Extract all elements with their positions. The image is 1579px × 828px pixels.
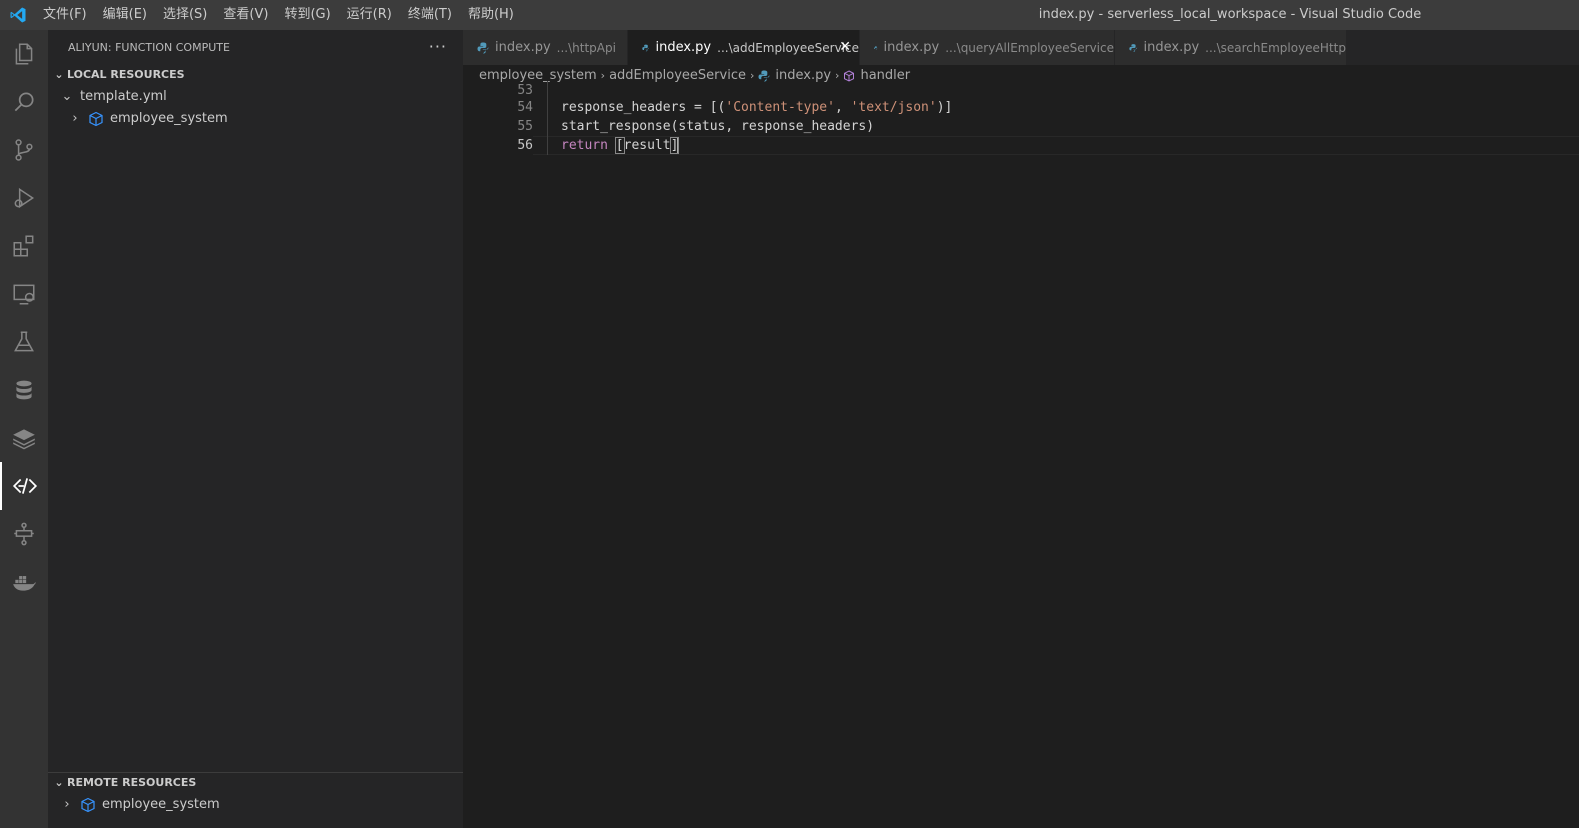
indent-guide <box>547 136 548 155</box>
testing-icon[interactable] <box>0 318 48 366</box>
indent-guide <box>547 98 548 117</box>
code-line: 54 response_headers = [('Content-type', … <box>463 98 1579 117</box>
text-cursor <box>677 137 680 154</box>
line-number: 54 <box>517 100 533 115</box>
chevron-down-icon: ⌄ <box>54 68 64 81</box>
menu-edit[interactable]: 编辑(E) <box>95 0 155 30</box>
line-number: 56 <box>517 138 533 153</box>
code-editor[interactable]: 53 54 response_headers = [('Content-type… <box>463 81 1579 828</box>
run-debug-icon[interactable] <box>0 174 48 222</box>
source-control-icon[interactable] <box>0 126 48 174</box>
tab-httpapi[interactable]: index.py ...\httpApi <box>463 30 628 65</box>
database-icon[interactable] <box>0 366 48 414</box>
editor-area: index.py ...\httpApi index.py ...\addEmp… <box>463 30 1579 828</box>
close-icon[interactable]: ✕ <box>839 30 851 65</box>
flow-icon[interactable] <box>0 510 48 558</box>
python-file-icon <box>477 42 489 53</box>
code-text: response_headers = [('Content-type', 'te… <box>561 100 953 115</box>
local-resources-header[interactable]: ⌄ LOCAL RESOURCES <box>48 64 463 86</box>
code-text: return [result] <box>561 137 680 154</box>
tab-filename: index.py <box>883 40 940 55</box>
menu-file[interactable]: 文件(F) <box>35 0 95 30</box>
docker-icon[interactable] <box>0 558 48 606</box>
explorer-icon[interactable] <box>0 30 48 78</box>
python-file-icon <box>874 45 878 50</box>
local-resources-label: LOCAL RESOURCES <box>67 68 185 81</box>
code-line: 55 start_response(status, response_heade… <box>463 117 1579 136</box>
service-cube-icon <box>81 797 95 813</box>
tab-description: ...\httpApi <box>556 40 616 55</box>
search-icon[interactable] <box>0 78 48 126</box>
sidebar-title: ALIYUN: FUNCTION COMPUTE <box>68 41 230 54</box>
indent-guide <box>547 117 548 136</box>
vscode-logo-icon <box>0 0 35 30</box>
tree-item-template[interactable]: ⌄ template.yml <box>48 86 463 108</box>
service-cube-icon <box>89 111 103 127</box>
chevron-down-icon: ⌄ <box>61 89 73 104</box>
extensions-icon[interactable] <box>0 222 48 270</box>
chevron-down-icon: ⌄ <box>54 776 64 789</box>
layers-icon[interactable] <box>0 414 48 462</box>
tab-description: ...\queryAllEmployeeService <box>945 40 1114 55</box>
code-line-current: 56 return [result] <box>463 136 1579 155</box>
tab-filename: index.py <box>655 40 712 55</box>
window-title: index.py - serverless_local_workspace - … <box>1038 7 1422 22</box>
service-label: employee_system <box>110 111 228 126</box>
sidebar: ALIYUN: FUNCTION COMPUTE ··· ⌄ LOCAL RES… <box>48 30 463 828</box>
remote-resources-label: REMOTE RESOURCES <box>67 776 197 789</box>
menu-bar: 文件(F) 编辑(E) 选择(S) 查看(V) 转到(G) 运行(R) 终端(T… <box>35 0 522 30</box>
tree-item-employee-system-remote[interactable]: › employee_system <box>48 794 463 816</box>
menu-help[interactable]: 帮助(H) <box>460 0 522 30</box>
tab-filename: index.py <box>1143 40 1200 55</box>
code-text: start_response(status, response_headers) <box>561 119 875 134</box>
menu-go[interactable]: 转到(G) <box>276 0 338 30</box>
tab-addemployeeservice[interactable]: index.py ...\addEmployeeService ✕ <box>628 30 860 65</box>
remote-resources-header[interactable]: ⌄ REMOTE RESOURCES <box>48 772 463 794</box>
menu-terminal[interactable]: 终端(T) <box>400 0 460 30</box>
python-file-icon <box>642 44 650 51</box>
python-file-icon <box>1129 43 1138 52</box>
title-bar: 文件(F) 编辑(E) 选择(S) 查看(V) 转到(G) 运行(R) 终端(T… <box>0 0 1579 30</box>
remote-explorer-icon[interactable] <box>0 270 48 318</box>
chevron-right-icon: › <box>72 111 78 126</box>
tab-filename: index.py <box>495 40 551 55</box>
menu-run[interactable]: 运行(R) <box>339 0 400 30</box>
menu-selection[interactable]: 选择(S) <box>155 0 215 30</box>
tree-item-employee-system-local[interactable]: › employee_system <box>48 108 463 130</box>
tab-queryallemployeeservice[interactable]: index.py ...\queryAllEmployeeService <box>860 30 1115 65</box>
function-compute-icon[interactable] <box>0 462 48 510</box>
chevron-right-icon: › <box>64 797 70 812</box>
menu-view[interactable]: 查看(V) <box>215 0 276 30</box>
service-label: employee_system <box>102 797 220 812</box>
tab-bar: index.py ...\httpApi index.py ...\addEmp… <box>463 30 1579 65</box>
tab-description: ...\searchEmployeeHttp <box>1205 40 1346 55</box>
tab-description: ...\addEmployeeService <box>717 40 859 55</box>
more-actions-icon[interactable]: ··· <box>429 30 447 65</box>
activity-bar <box>0 30 48 828</box>
line-number: 55 <box>517 119 533 134</box>
template-label: template.yml <box>80 89 167 104</box>
tab-searchemployeehttp[interactable]: index.py ...\searchEmployeeHttp <box>1115 30 1347 65</box>
